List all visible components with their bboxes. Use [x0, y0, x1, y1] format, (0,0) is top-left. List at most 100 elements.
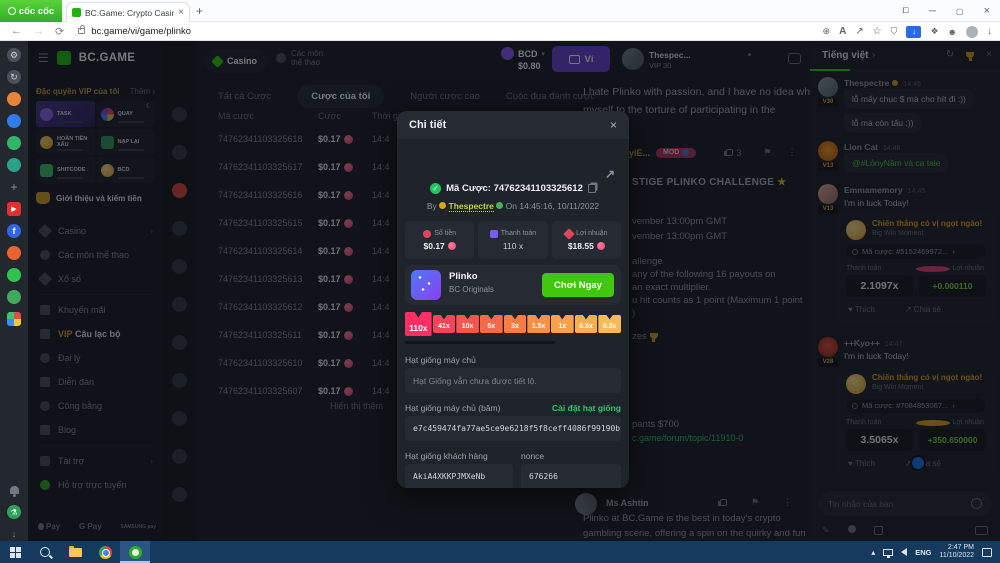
zing-shortcut-icon[interactable]: [7, 290, 21, 304]
favorites-icon[interactable]: [7, 92, 21, 106]
game-provider: BC Originals: [449, 285, 494, 294]
reload-icon[interactable]: ⟳: [55, 25, 64, 38]
multiplier-chip: 10x: [456, 315, 479, 333]
chat-shortcut-icon[interactable]: [7, 158, 21, 172]
token-icon: [448, 242, 456, 250]
modal-share-icon[interactable]: ↗: [605, 167, 615, 181]
tab-search-icon[interactable]: ⧠: [903, 6, 909, 16]
save-page-icon[interactable]: ⊕: [823, 26, 831, 37]
chrome-icon[interactable]: [90, 541, 120, 563]
downloads-icon[interactable]: ↓: [987, 26, 992, 37]
tab-title: BC.Game: Crypto Casino Ga: [85, 8, 174, 18]
wallet-icon: [490, 230, 498, 238]
start-button[interactable]: [0, 541, 30, 563]
browser-side-rail: ⚙ ↻ + ▶ f ⚗ ↓: [0, 41, 28, 541]
tray-expand-icon[interactable]: ▴: [871, 548, 875, 557]
toolbar-icons: ⊕ A ↗ ☆ ⛉ ↓ ❖ ☻ ↓: [823, 22, 992, 41]
add-shortcut-icon[interactable]: +: [7, 180, 21, 194]
server-seed-hash-field[interactable]: e7c459474fa77ae5ce9e6218f5f8ceff4086f991…: [405, 416, 621, 441]
back-icon[interactable]: ←: [11, 25, 22, 37]
multiplier-chip: 0.3x: [598, 315, 621, 333]
history-icon[interactable]: ↻: [7, 70, 21, 84]
taskbar-clock[interactable]: 2:47 PM11/10/2022: [939, 544, 974, 560]
windows-taskbar: ▴ ENG 2:47 PM11/10/2022: [0, 541, 1000, 563]
maximize-button[interactable]: ▢: [956, 7, 964, 16]
messenger-shortcut-icon[interactable]: [7, 136, 21, 150]
speaker-icon[interactable]: [901, 548, 907, 556]
share-icon[interactable]: ↗: [855, 26, 863, 37]
play-now-button[interactable]: Chơi Ngay: [542, 273, 614, 297]
adblock-shield-icon[interactable]: ⛉: [891, 26, 898, 37]
facebook-shortcut-icon[interactable]: f: [7, 224, 21, 238]
notifications-bell-icon[interactable]: [7, 483, 21, 497]
bet-id: Mã Cược: 74762341103325612: [446, 183, 583, 194]
medal-icon: [439, 202, 446, 209]
forward-icon[interactable]: →: [33, 25, 44, 37]
token-icon: [597, 242, 605, 250]
file-explorer-icon[interactable]: [60, 541, 90, 563]
croc-emoji-icon: [496, 202, 503, 209]
taskbar-search-icon[interactable]: [30, 541, 60, 563]
plinko-thumbnail[interactable]: [411, 270, 441, 300]
chips-scrollbar[interactable]: [405, 341, 555, 344]
server-seed-field[interactable]: Hạt Giống vẫn chưa được tiết lộ.: [405, 368, 621, 393]
coccoc-logo-icon: [8, 7, 16, 15]
server-seed-hash-label: Hạt giống máy chủ (băm): [405, 403, 500, 413]
copy-icon[interactable]: [588, 184, 596, 193]
stat-amount: Số tiền $0.17: [405, 221, 474, 259]
lock-icon[interactable]: [78, 28, 85, 34]
game-card: Plinko BC Originals Chơi Ngay: [405, 265, 621, 305]
youtube-shortcut-icon[interactable]: ▶: [7, 202, 21, 216]
network-icon[interactable]: [883, 549, 893, 556]
multiplier-chip: 41x: [433, 315, 456, 333]
stat-payout: Thanh toán 110 x: [478, 221, 547, 259]
bet-details-modal: Chi tiết × ↗ ✓ Mã Cược: 7476234110332561…: [397, 111, 629, 488]
coccoc-taskbar-icon[interactable]: [120, 541, 150, 563]
player-link[interactable]: Thespectre: [449, 201, 494, 212]
translate-icon[interactable]: A: [839, 26, 846, 37]
profiles-icon[interactable]: ☻: [948, 27, 957, 37]
site-favicon-icon: [72, 8, 81, 17]
diamond-icon: [563, 228, 574, 239]
extensions-icon[interactable]: ❖: [930, 26, 938, 37]
rail-download-icon[interactable]: ↓: [7, 527, 21, 541]
download-manager-icon[interactable]: ↓: [906, 26, 921, 38]
check-icon: ✓: [430, 183, 441, 194]
client-seed-field[interactable]: AkiA4XKKPJMXeNb: [405, 464, 513, 488]
client-seed-label: Hạt giống khách hàng: [405, 451, 488, 461]
tab-close-icon[interactable]: ×: [178, 7, 184, 18]
multiplier-chip: 1.5x: [527, 315, 550, 333]
shopee-shortcut-icon[interactable]: [7, 246, 21, 260]
bookmark-star-icon[interactable]: ☆: [873, 26, 882, 37]
system-tray: ▴ ENG 2:47 PM11/10/2022: [871, 544, 1000, 560]
spotify-shortcut-icon[interactable]: [7, 268, 21, 282]
new-tab-button[interactable]: +: [196, 4, 203, 18]
action-center-icon[interactable]: [982, 548, 992, 557]
modal-close-icon[interactable]: ×: [610, 118, 617, 132]
window-controls: ⧠ ─ ▢ ×: [903, 0, 991, 22]
brand-label: cốc cốc: [19, 6, 54, 17]
zalo-shortcut-icon[interactable]: [7, 114, 21, 128]
nonce-label: nonce: [521, 451, 544, 461]
minimize-button[interactable]: ─: [929, 6, 936, 17]
bet-stats: Số tiền $0.17 Thanh toán 110 x Lợi nhuận…: [405, 221, 621, 259]
active-tab[interactable]: BC.Game: Crypto Casino Ga ×: [66, 2, 190, 22]
url-text[interactable]: bc.game/vi/game/plinko: [91, 26, 191, 37]
multiplier-chip: 110x: [405, 312, 432, 336]
modal-title: Chi tiết: [409, 119, 446, 131]
multiplier-chips: 110x 41x 10x 5x 3x 1.5x 1x 0.5x 0.3x: [405, 311, 621, 337]
browser-brand[interactable]: cốc cốc: [0, 0, 62, 22]
stat-profit: Lợi nhuận $18.55: [552, 221, 621, 259]
nonce-field[interactable]: 676266: [521, 464, 621, 488]
gear-icon[interactable]: ⚙: [7, 48, 21, 62]
multiplier-chip: 3x: [504, 315, 527, 333]
close-button[interactable]: ×: [984, 5, 990, 17]
input-language[interactable]: ENG: [915, 548, 931, 557]
seed-settings-link[interactable]: Cài đặt hạt giống: [552, 403, 621, 413]
browser-avatar[interactable]: [966, 26, 978, 38]
multiplier-chip: 5x: [480, 315, 503, 333]
lab-icon[interactable]: ⚗: [7, 505, 21, 519]
apps-grid-icon[interactable]: [7, 312, 21, 326]
multiplier-chip: 1x: [551, 315, 574, 333]
bet-by-row: By Thespectre On 14:45:16, 10/11/2022: [397, 201, 629, 211]
